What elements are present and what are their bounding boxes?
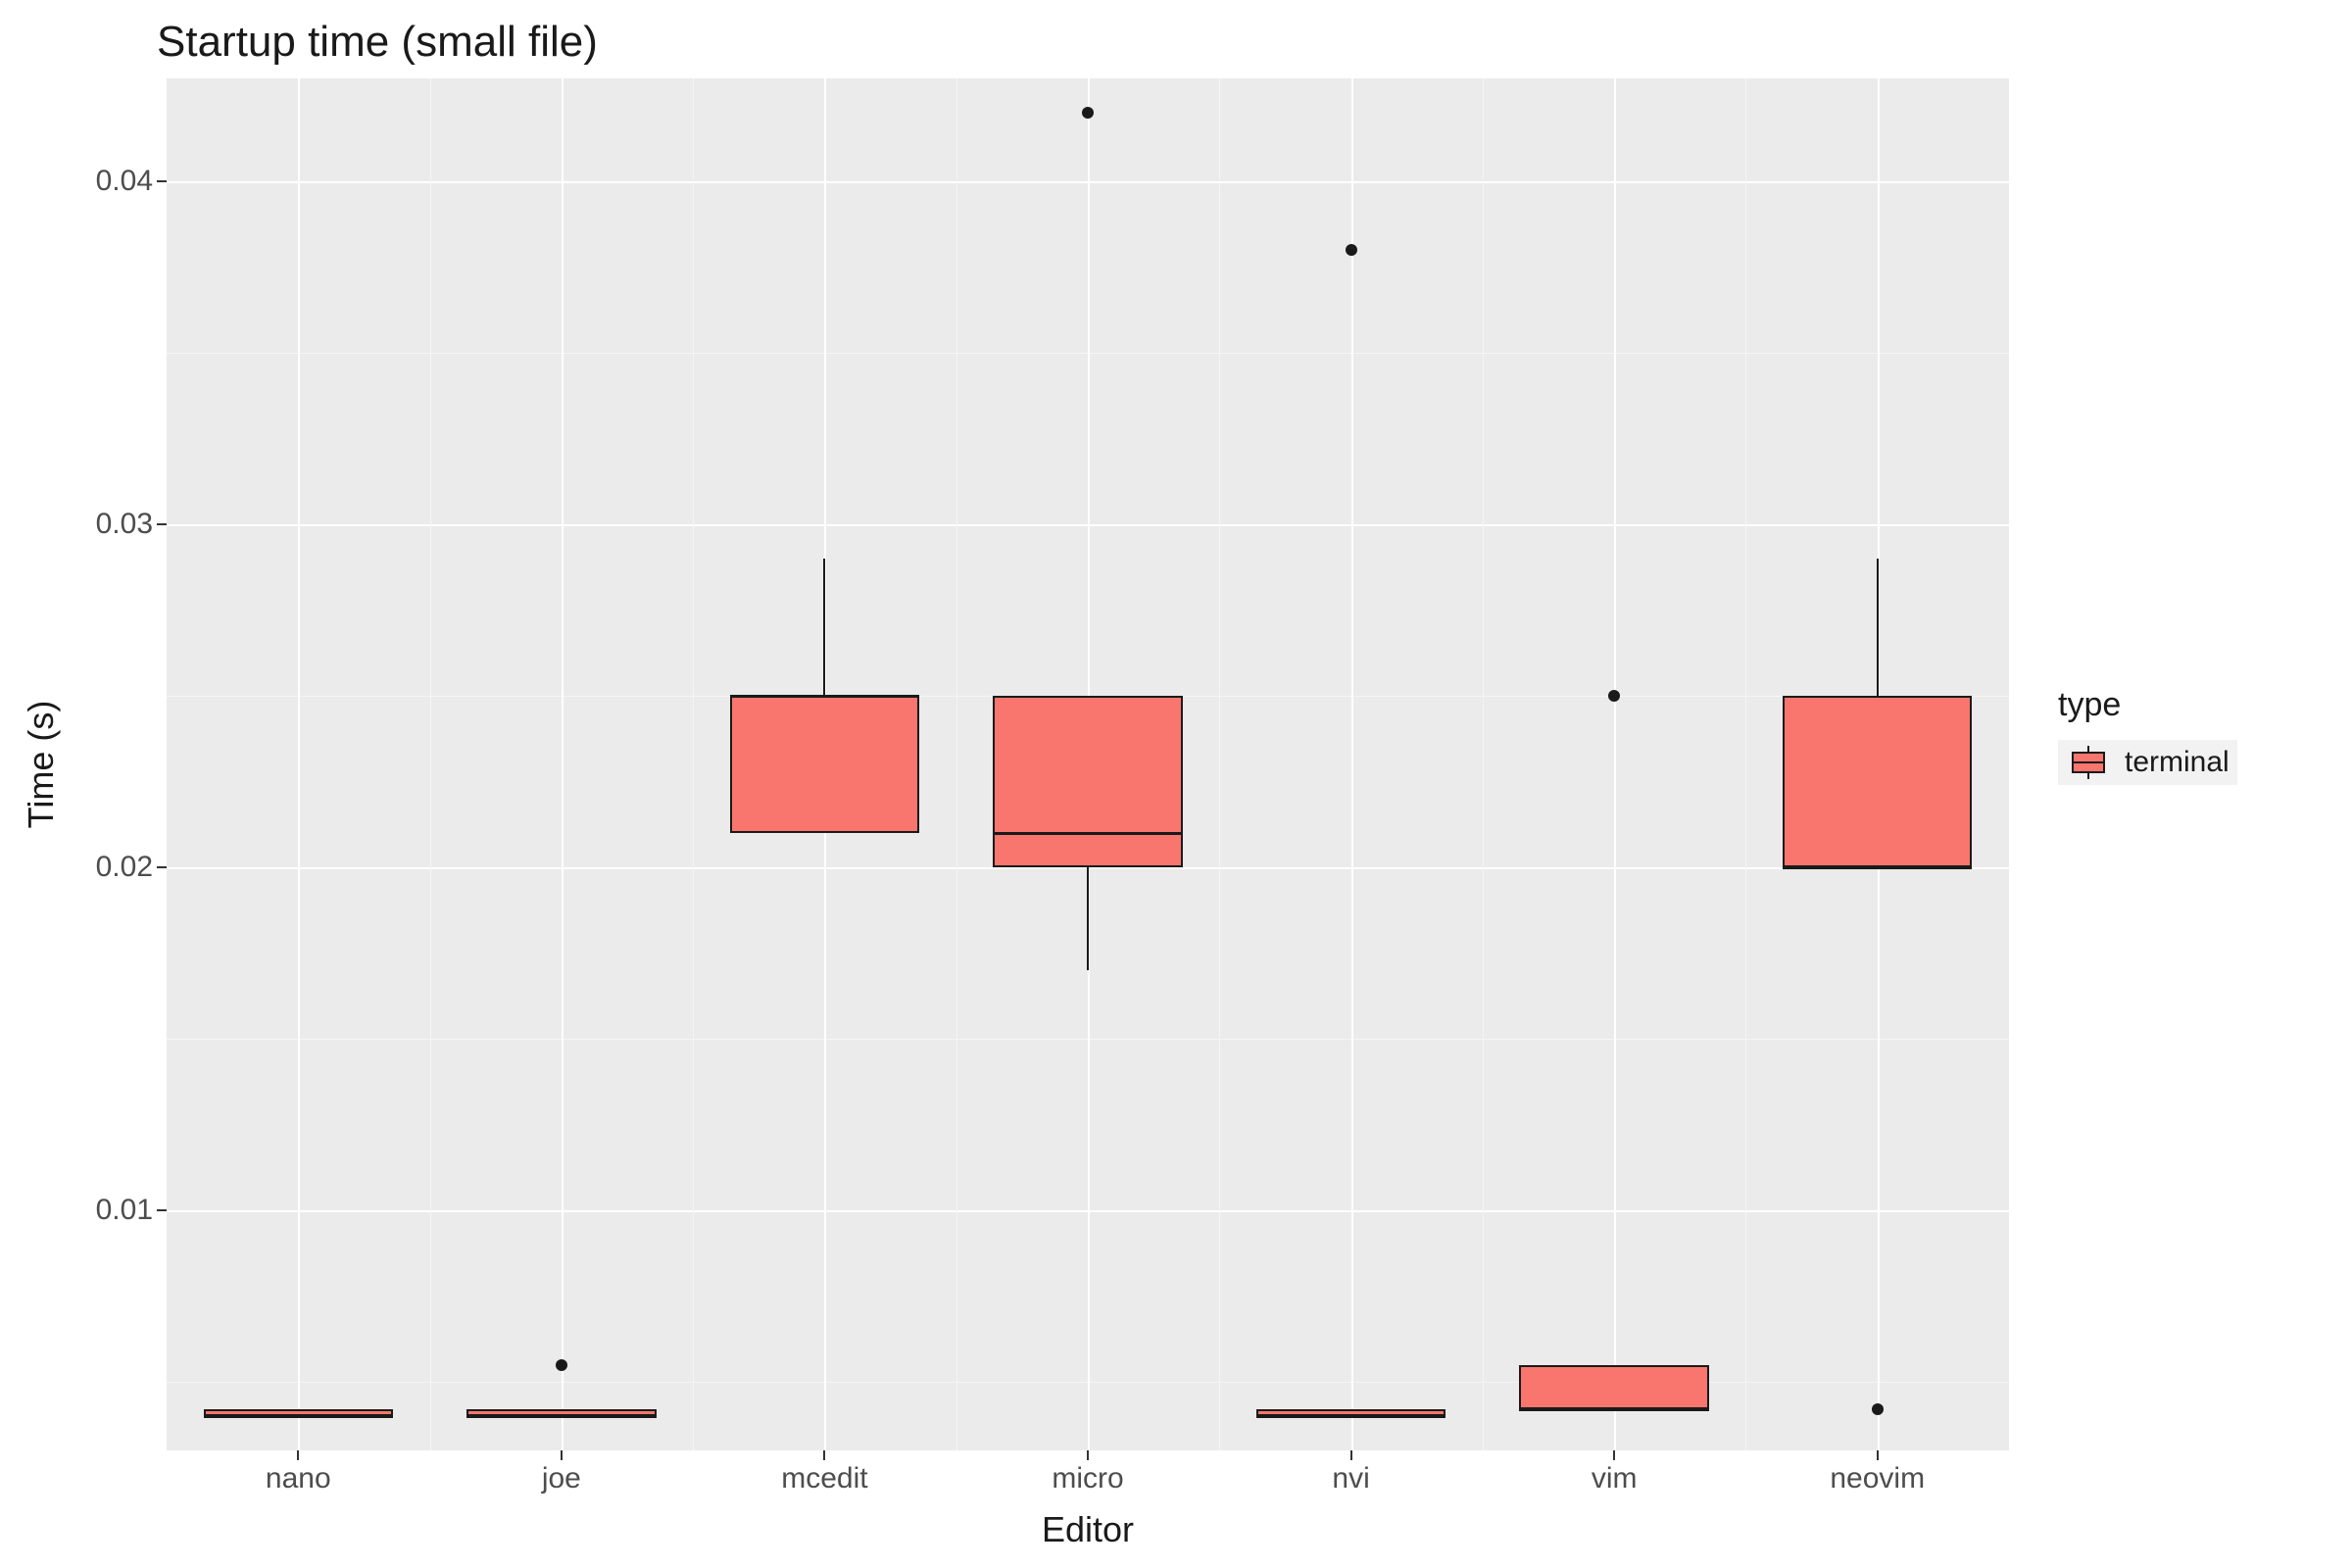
- x-tick-label: joe: [542, 1450, 581, 1495]
- chart-title: Startup time (small file): [157, 18, 598, 67]
- box-vim: [1519, 1365, 1708, 1410]
- y-tick-label: 0.01: [96, 1194, 167, 1227]
- box-neovim: [1783, 696, 1972, 867]
- legend-item-label: terminal: [2125, 746, 2230, 779]
- outlier-point: [1872, 1403, 1884, 1415]
- box-micro: [993, 696, 1182, 867]
- x-tick-label: mcedit: [781, 1450, 867, 1495]
- outlier-point: [1608, 690, 1620, 702]
- x-tick-label: nvi: [1332, 1450, 1369, 1495]
- legend: type terminal: [2058, 686, 2237, 785]
- outlier-point: [556, 1359, 567, 1371]
- y-tick-label: 0.02: [96, 851, 167, 884]
- x-tick-label: nano: [266, 1450, 331, 1495]
- x-tick-label: vim: [1592, 1450, 1638, 1495]
- outlier-point: [1346, 244, 1357, 256]
- x-axis-label: Editor: [1042, 1509, 1134, 1550]
- y-tick-label: 0.03: [96, 508, 167, 541]
- chart-container: Startup time (small file) 0.010.020.030.…: [0, 0, 2352, 1568]
- legend-item-terminal: terminal: [2058, 740, 2237, 785]
- box-mcedit: [730, 696, 919, 833]
- y-tick-label: 0.04: [96, 165, 167, 198]
- legend-key-icon: [2066, 746, 2111, 779]
- plot-area: 0.010.020.030.04nanojoemceditmicronvivim…: [167, 78, 2009, 1450]
- legend-title: type: [2058, 686, 2237, 724]
- x-tick-label: neovim: [1830, 1450, 1925, 1495]
- y-axis-label: Time (s): [21, 701, 62, 829]
- x-tick-label: micro: [1052, 1450, 1123, 1495]
- outlier-point: [1082, 107, 1094, 119]
